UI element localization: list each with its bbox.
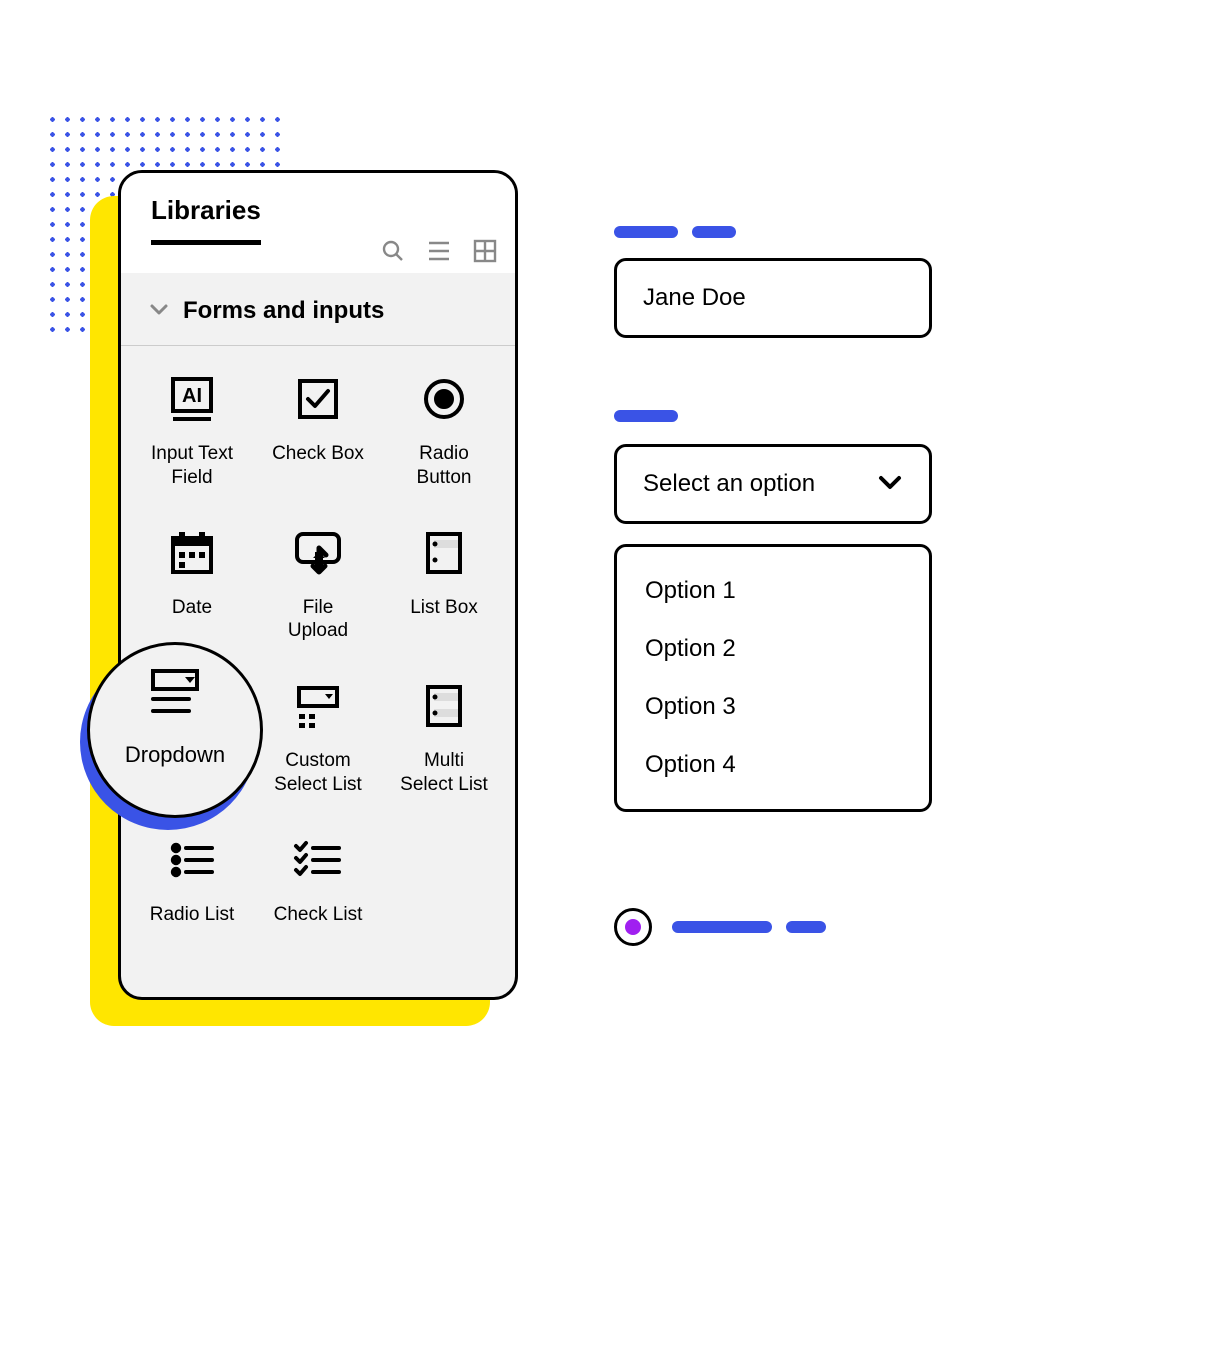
field-label-placeholder	[614, 226, 736, 238]
dropdown-option[interactable]: Option 3	[645, 693, 901, 721]
section-title: Forms and inputs	[183, 297, 384, 325]
chevron-down-icon	[149, 302, 169, 321]
panel-title: Libraries	[151, 195, 261, 245]
dropdown-options-preview: Option 1 Option 2 Option 3 Option 4	[614, 544, 932, 812]
text-input-preview[interactable]: Jane Doe	[614, 258, 932, 338]
component-label: Input Text Field	[151, 442, 233, 490]
component-label: Multi Select List	[400, 749, 488, 797]
list-view-icon[interactable]	[427, 240, 451, 262]
component-label: Custom Select List	[274, 749, 362, 797]
component-file-upload[interactable]: File Upload	[255, 528, 381, 644]
highlighted-component-dropdown[interactable]: Dropdown	[87, 642, 263, 818]
dropdown-option[interactable]: Option 4	[645, 751, 901, 779]
component-label: File Upload	[288, 596, 348, 644]
dropdown-select-preview[interactable]: Select an option	[614, 444, 932, 524]
list-box-icon	[419, 528, 469, 578]
component-radio-button[interactable]: Radio Button	[381, 374, 507, 490]
radio-button-icon	[419, 374, 469, 424]
check-box-icon	[293, 374, 343, 424]
file-upload-icon	[293, 528, 343, 578]
panel-header: Libraries	[121, 173, 515, 273]
component-radio-list[interactable]: Radio List	[129, 835, 255, 927]
section-header[interactable]: Forms and inputs	[121, 273, 515, 346]
component-label: Date	[172, 596, 212, 620]
component-check-list[interactable]: Check List	[255, 835, 381, 927]
dropdown-option[interactable]: Option 1	[645, 577, 901, 605]
check-list-icon	[293, 835, 343, 885]
date-icon	[167, 528, 217, 578]
component-date[interactable]: Date	[129, 528, 255, 644]
component-multi-select-list[interactable]: Multi Select List	[381, 681, 507, 797]
select-placeholder: Select an option	[643, 470, 815, 498]
input-text-field-icon: AI	[167, 374, 217, 424]
search-icon[interactable]	[381, 239, 405, 263]
component-check-box[interactable]: Check Box	[255, 374, 381, 490]
component-input-text-field[interactable]: AI Input Text Field	[129, 374, 255, 490]
field-label-placeholder	[614, 410, 678, 422]
multi-select-list-icon	[419, 681, 469, 731]
radio-label-placeholder	[672, 921, 826, 933]
text-input-value: Jane Doe	[643, 284, 746, 312]
radio-inner-icon	[625, 919, 641, 935]
component-list-box[interactable]: List Box	[381, 528, 507, 644]
component-custom-select-list[interactable]: Custom Select List	[255, 681, 381, 797]
component-label: List Box	[410, 596, 478, 620]
component-label: Radio Button	[417, 442, 472, 490]
panel-toolbar	[381, 239, 497, 263]
custom-select-list-icon	[293, 681, 343, 731]
component-label: Check Box	[272, 442, 364, 466]
component-label: Radio List	[150, 903, 235, 927]
component-label: Check List	[274, 903, 363, 927]
chevron-down-icon	[877, 470, 903, 498]
libraries-panel: Libraries	[118, 170, 518, 1000]
dropdown-icon	[145, 667, 205, 724]
svg-text:AI: AI	[182, 385, 202, 407]
dropdown-option[interactable]: Option 2	[645, 635, 901, 663]
highlighted-component-label: Dropdown	[125, 742, 225, 768]
radio-list-icon	[167, 835, 217, 885]
radio-outer-icon	[614, 908, 652, 946]
radio-button-preview[interactable]	[614, 908, 826, 946]
grid-view-icon[interactable]	[473, 239, 497, 263]
